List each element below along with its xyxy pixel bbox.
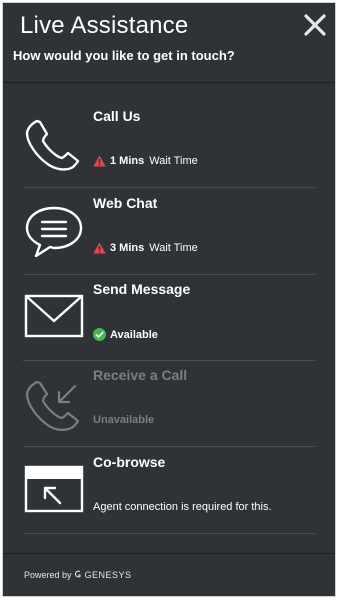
warning-icon [93, 242, 106, 254]
option-label: Call Us [93, 108, 141, 124]
availability-value: Available [110, 328, 158, 341]
powered-by-label: Powered by [24, 570, 72, 580]
availability-status: Available [93, 328, 163, 341]
option-receive-a-call: Receive a Call Unavailable [23, 360, 315, 447]
envelope-icon [24, 294, 84, 338]
panel-title: Live Assistance [20, 12, 189, 39]
option-label: Co-browse [93, 454, 166, 470]
option-label: Receive a Call [93, 367, 188, 383]
option-co-browse[interactable]: Co-browse Agent connection is required f… [23, 447, 315, 534]
check-circle-icon [93, 328, 106, 341]
availability-status: Unavailable [93, 414, 154, 426]
unavailable-label: Unavailable [93, 414, 155, 426]
chat-bubble-icon [25, 206, 83, 258]
genesys-logo-icon [74, 570, 81, 578]
cobrowse-note-text: Agent connection is required for this. [93, 501, 272, 513]
option-call-us[interactable]: Call Us 1 Mins Wait Time [23, 101, 315, 188]
genesys-brand[interactable]: GENESYS [85, 570, 132, 580]
panel-footer: Powered by GENESYS [3, 553, 335, 596]
option-send-message[interactable]: Send Message Available [23, 274, 315, 361]
wait-time-label: Wait Time [149, 155, 198, 167]
wait-time-label: Wait Time [149, 242, 198, 254]
option-label: Send Message [93, 281, 191, 297]
option-web-chat[interactable]: Web Chat 3 Mins Wait Time [23, 188, 315, 275]
live-assistance-panel: Live Assistance How would you like to ge… [2, 2, 336, 597]
panel-header: Live Assistance How would you like to ge… [3, 3, 335, 83]
phone-incoming-icon [25, 380, 80, 431]
warning-icon [93, 155, 106, 167]
powered-by: Powered by GENESYS [24, 570, 132, 580]
phone-icon [25, 119, 80, 171]
cobrowse-window-icon [24, 465, 84, 513]
option-label: Web Chat [93, 195, 158, 211]
wait-time-status: 1 Mins Wait Time [93, 155, 198, 167]
wait-time-value: 3 Mins [110, 242, 145, 254]
close-icon[interactable] [303, 13, 327, 37]
panel-subtitle: How would you like to get in touch? [13, 48, 235, 63]
cobrowse-note: Agent connection is required for this. [93, 501, 272, 513]
wait-time-value: 1 Mins [110, 155, 145, 167]
wait-time-status: 3 Mins Wait Time [93, 242, 198, 254]
